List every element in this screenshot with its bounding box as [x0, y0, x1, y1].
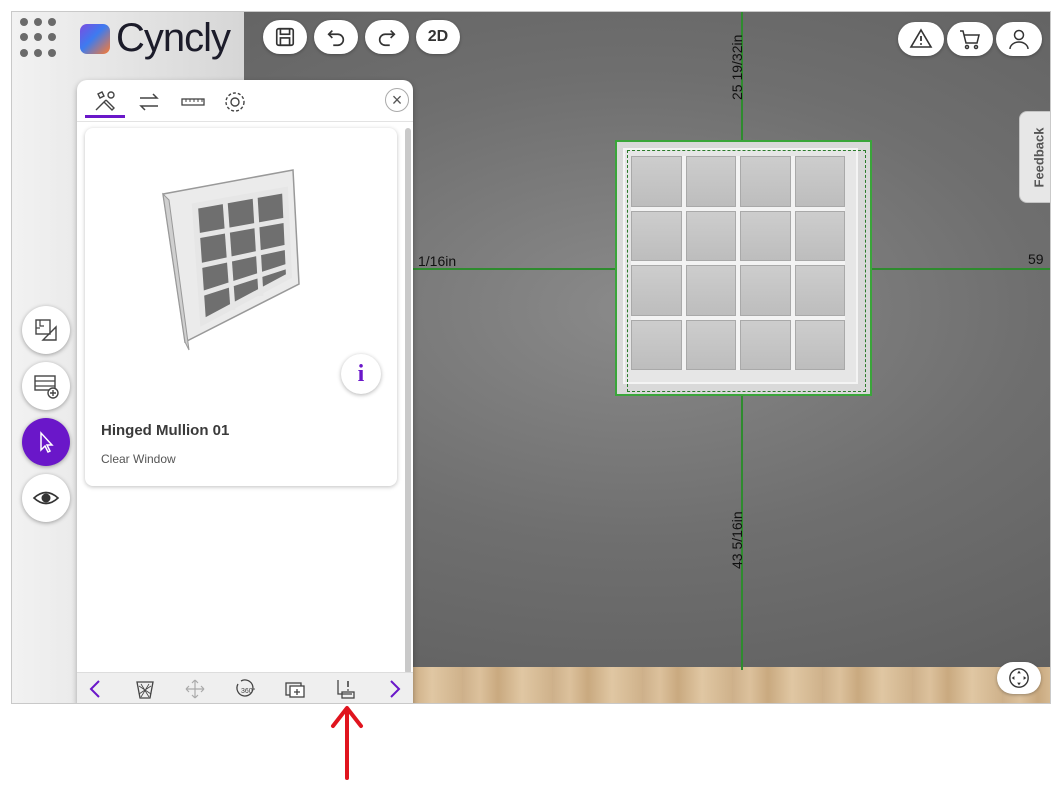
alignment-warning-button[interactable]: [330, 675, 360, 703]
selected-window-object[interactable]: [615, 140, 872, 396]
feedback-label: Feedback: [1031, 127, 1047, 187]
settings-icon: [225, 92, 245, 112]
add-cabinet-button[interactable]: [22, 362, 70, 410]
warning-icon: [909, 28, 933, 48]
dimension-line-right: [872, 268, 1050, 270]
object-toolbar: 360°: [77, 672, 413, 703]
delete-icon: [136, 681, 154, 699]
next-arrow-icon: [390, 680, 401, 698]
brand-name: Cyncly: [116, 16, 231, 60]
floor-plan-button[interactable]: [22, 306, 70, 354]
annotation-arrow-icon: [331, 706, 363, 780]
select-tool-button[interactable]: [22, 418, 70, 466]
tab-tools[interactable]: [85, 86, 125, 118]
ruler-icon: [181, 98, 205, 106]
tab-swap[interactable]: [129, 86, 169, 118]
rotate-360-button[interactable]: 360°: [230, 675, 260, 703]
dimension-label-top: 25 19/32in: [729, 34, 745, 100]
dimension-label-right: 59: [1028, 251, 1044, 267]
panel-scrollbar[interactable]: [405, 128, 411, 674]
undo-button[interactable]: [314, 20, 358, 54]
user-button[interactable]: [996, 22, 1042, 56]
view-button[interactable]: [22, 474, 70, 522]
undo-icon: [327, 29, 345, 47]
warning-button[interactable]: [898, 22, 944, 56]
save-icon: [275, 27, 295, 47]
tools-icon: [95, 90, 115, 111]
feedback-tab[interactable]: Feedback: [1019, 111, 1050, 203]
cart-icon: [960, 30, 980, 50]
toolbar-next-button[interactable]: [379, 675, 409, 703]
delete-button[interactable]: [130, 675, 160, 703]
alignment-warning-icon: [337, 680, 355, 699]
app-window: Cyncly 2D 25 19/32in 43 5/16in 1/16in 59: [11, 11, 1051, 704]
toolbar-prev-button[interactable]: [81, 675, 111, 703]
move-icon: [185, 679, 205, 699]
panel-tabs: ×: [77, 80, 413, 122]
selection-outline: [627, 150, 866, 392]
brand-logo: Cyncly: [80, 16, 231, 61]
floor-plan-icon: [35, 319, 57, 341]
rotate-360-icon: 360°: [236, 679, 256, 697]
dimension-label-bottom: 43 5/16in: [729, 511, 745, 569]
swap-icon: [139, 93, 159, 111]
view-eye-icon: [32, 491, 60, 505]
close-icon: ×: [391, 90, 403, 110]
product-panel: × i Hinged Mullion 01 Clear Window 360°: [77, 80, 413, 703]
cart-button[interactable]: [947, 22, 993, 56]
navigation-button[interactable]: [997, 662, 1041, 694]
select-pointer-icon: [40, 431, 54, 454]
prev-arrow-icon: [89, 680, 100, 698]
close-panel-button[interactable]: ×: [385, 88, 409, 112]
user-icon: [1009, 29, 1029, 50]
move-button[interactable]: [180, 675, 210, 703]
svg-text:360°: 360°: [241, 687, 256, 695]
tab-measure[interactable]: [173, 86, 213, 118]
dimension-label-left: 1/16in: [418, 253, 457, 269]
navigation-compass-icon: [1009, 668, 1029, 688]
product-name: Hinged Mullion 01: [101, 422, 230, 439]
product-info-button[interactable]: i: [341, 354, 381, 394]
product-card[interactable]: i Hinged Mullion 01 Clear Window: [85, 128, 397, 486]
product-subtitle: Clear Window: [101, 452, 176, 466]
tab-settings[interactable]: [215, 86, 255, 118]
redo-icon: [378, 29, 396, 47]
add-cabinet-icon: [34, 375, 59, 399]
redo-button[interactable]: [365, 20, 409, 54]
logo-mark-icon: [80, 23, 110, 54]
save-button[interactable]: [263, 20, 307, 54]
view-2d-button[interactable]: 2D: [416, 20, 460, 54]
menu-icon[interactable]: [20, 18, 60, 58]
info-icon: i: [357, 360, 365, 387]
duplicate-icon: [285, 682, 305, 698]
duplicate-button[interactable]: [280, 675, 310, 703]
